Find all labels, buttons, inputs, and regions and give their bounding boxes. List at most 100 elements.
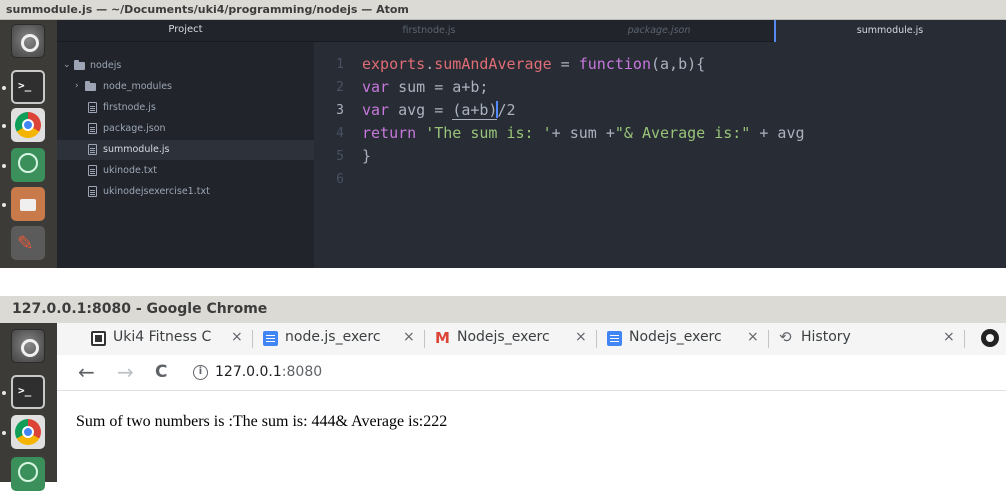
code-token: function — [578, 55, 651, 73]
running-indicator — [2, 124, 6, 128]
docs-favicon-icon — [607, 331, 622, 346]
tree-header: Project — [57, 20, 314, 42]
settings-icon[interactable]: ✎ — [11, 226, 45, 260]
url-port: :8080 — [281, 364, 323, 380]
line-number: 5 — [336, 149, 344, 164]
files-icon[interactable] — [11, 187, 45, 221]
tree-item-ukinodejsexercise1[interactable]: ukinodejsexercise1.txt — [57, 182, 314, 202]
browser-tab-gmail[interactable]: M Nodejs_exerc × — [425, 323, 597, 355]
close-tab-icon[interactable]: × — [575, 329, 587, 345]
docs-favicon-icon — [263, 331, 278, 346]
atom-titlebar: summodule.js — ~/Documents/uki4/programm… — [0, 0, 1006, 20]
history-icon: ⟲ — [779, 328, 792, 346]
chevron-right-icon: › — [75, 81, 79, 91]
code-token: var — [362, 78, 390, 96]
terminal-icon[interactable]: >_ — [11, 375, 45, 409]
tree-item-package-json[interactable]: package.json — [57, 119, 314, 139]
browser-tab-title: Nodejs_exerc — [457, 329, 550, 345]
tree-header-label: Project — [168, 24, 203, 35]
code-token: } — [362, 147, 372, 165]
editor-tab-bar: firstnode.js package.json summodule.js — [314, 20, 1006, 42]
code-token: avg = — [389, 101, 453, 119]
reload-button[interactable]: C — [155, 362, 167, 382]
running-indicator — [2, 86, 6, 90]
tab-label: firstnode.js — [402, 25, 456, 36]
chevron-down-icon: ⌄ — [63, 60, 71, 70]
tree-item-firstnode[interactable]: firstnode.js — [57, 98, 314, 118]
atom-icon[interactable] — [11, 457, 45, 491]
code-line-5: 5 } — [314, 147, 1006, 170]
forward-button[interactable]: → — [117, 360, 134, 384]
chrome-icon[interactable] — [11, 108, 45, 142]
close-tab-icon[interactable]: × — [403, 329, 415, 345]
dash-icon[interactable] — [11, 24, 45, 58]
tree-item-label: package.json — [103, 123, 166, 134]
code-line-3: 3 var avg = (a+b)/2 — [314, 101, 1006, 124]
running-indicator — [2, 431, 6, 435]
chrome-window-title: 127.0.0.1:8080 - Google Chrome — [12, 301, 268, 317]
code-token: return — [362, 124, 417, 142]
dash-icon[interactable] — [11, 329, 45, 363]
code-token: /2 — [497, 101, 516, 119]
browser-tab-nodejs-exerc-docs[interactable]: node.js_exerc × — [253, 323, 425, 355]
code-token: (a,b){ — [651, 55, 706, 73]
unity-launcher: >_ — [0, 323, 57, 491]
running-indicator — [2, 203, 6, 207]
code-token: exports — [362, 55, 426, 73]
close-tab-icon[interactable]: × — [231, 329, 243, 345]
code-token: = — [551, 55, 579, 73]
code-editor[interactable]: firstnode.js package.json summodule.js 1… — [314, 20, 1006, 268]
tab-package-json[interactable]: package.json — [544, 20, 774, 42]
page-content: Sum of two numbers is :The sum is: 444& … — [57, 391, 1006, 482]
tree-item-ukinode[interactable]: ukinode.txt — [57, 161, 314, 181]
line-number: 3 — [336, 103, 344, 118]
browser-tab-nodejs-exerc-docs-2[interactable]: Nodejs_exerc × — [597, 323, 769, 355]
browser-toolbar: ← → C i 127.0.0.1:8080 — [57, 355, 1006, 391]
github-icon[interactable] — [981, 329, 999, 347]
browser-tab-title: Uki4 Fitness C — [113, 329, 212, 345]
tree-item-label: firstnode.js — [103, 102, 156, 113]
browser-tab-strip: Uki4 Fitness C × node.js_exerc × M Nodej… — [57, 323, 1006, 355]
chrome-icon[interactable] — [11, 415, 45, 449]
running-indicator — [2, 164, 6, 168]
tree-item-label: nodejs — [90, 60, 122, 71]
file-icon — [88, 144, 97, 155]
close-tab-icon[interactable]: × — [747, 329, 759, 345]
project-tree: Project ⌄ nodejs › node_modules firstnod… — [57, 20, 314, 268]
gmail-favicon-icon: M — [435, 329, 450, 347]
tree-item-label: node_modules — [103, 81, 173, 92]
atom-icon[interactable] — [11, 148, 45, 182]
chrome-titlebar: 127.0.0.1:8080 - Google Chrome — [0, 296, 1006, 323]
file-icon — [88, 186, 97, 197]
close-tab-icon[interactable]: × — [943, 329, 955, 345]
tree-item-nodejs[interactable]: ⌄ nodejs — [57, 56, 314, 76]
uki-favicon-icon — [91, 331, 106, 346]
tab-label: summodule.js — [856, 25, 924, 36]
atom-window-title: summodule.js — ~/Documents/uki4/programm… — [6, 3, 409, 16]
code-line-2: 2 var sum = a+b; — [314, 78, 1006, 101]
file-icon — [88, 165, 97, 176]
bracket-match: (a+b) — [452, 101, 498, 120]
line-number: 1 — [336, 57, 344, 72]
info-icon[interactable]: i — [193, 365, 208, 380]
code-token: . — [425, 55, 435, 73]
file-icon — [88, 123, 97, 134]
back-button[interactable]: ← — [78, 360, 95, 384]
chrome-window: 127.0.0.1:8080 - Google Chrome >_ Uki4 F… — [0, 296, 1006, 491]
tab-summodule[interactable]: summodule.js — [774, 20, 1006, 42]
code-line-4: 4 return 'The sum is: '+ sum +"& Average… — [314, 124, 1006, 147]
tree-item-label: ukinode.txt — [103, 165, 157, 176]
code-token: "& Average is:" — [614, 124, 751, 142]
folder-icon — [85, 81, 96, 91]
terminal-icon[interactable]: >_ — [11, 70, 45, 104]
tab-firstnode[interactable]: firstnode.js — [314, 20, 544, 42]
file-icon — [88, 102, 97, 113]
folder-icon — [74, 60, 85, 70]
code-token: sumAndAverage — [434, 55, 552, 73]
tree-item-summodule[interactable]: summodule.js — [57, 140, 314, 160]
tab-label: package.json — [627, 25, 691, 36]
browser-tab-history[interactable]: ⟲ History × — [769, 323, 965, 355]
unity-launcher: >_ ✎ — [0, 20, 57, 268]
tree-item-node-modules[interactable]: › node_modules — [57, 77, 314, 97]
browser-tab-uki4[interactable]: Uki4 Fitness C × — [81, 323, 253, 355]
